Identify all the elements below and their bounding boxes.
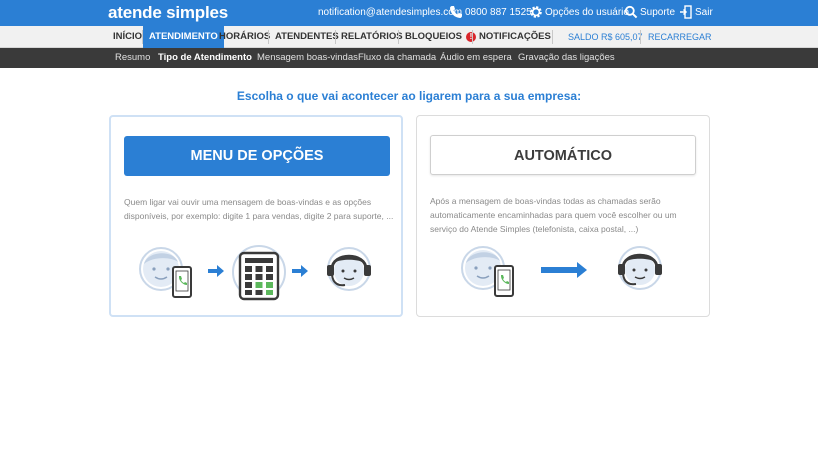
option-card-menu[interactable]: MENU DE OPÇÕES Quem ligar vai ouvir uma … (109, 115, 403, 317)
nav-divider (552, 30, 553, 44)
search-icon (624, 5, 638, 19)
logout-link[interactable]: Sair (695, 7, 713, 18)
arrow-right-icon (292, 265, 308, 277)
arrow-right-icon (541, 262, 587, 278)
mobile-phone-icon (494, 265, 514, 297)
gear-icon (530, 6, 542, 18)
recharge-link[interactable]: RECARREGAR (648, 26, 712, 48)
menu-options-button[interactable]: MENU DE OPÇÕES (124, 136, 390, 176)
nav-horarios[interactable]: HORÁRIOS (213, 26, 276, 48)
subnav-gravacao-ligacoes[interactable]: Gravação das ligações (518, 48, 615, 68)
card-description: Quem ligar vai ouvir uma mensagem de boa… (124, 197, 394, 221)
nav-divider (640, 30, 641, 44)
user-email: notification@atendesimples.com (318, 7, 463, 18)
nav-atendimento[interactable]: ATENDIMENTO (143, 26, 224, 48)
support-link[interactable]: Suporte (640, 7, 675, 18)
subnav-tipo-atendimento[interactable]: Tipo de Atendimento (158, 48, 252, 68)
nav-bloqueios[interactable]: BLOQUEIOS! (399, 26, 482, 48)
balance-display: SALDO R$ 605,07 (568, 32, 643, 42)
nav-bloqueios-label: BLOQUEIOS (405, 31, 463, 42)
logo[interactable]: atende simples (108, 3, 228, 23)
agent-headset-icon (327, 247, 371, 291)
user-options-link[interactable]: Opções do usuário (545, 7, 629, 18)
automatic-button[interactable]: AUTOMÁTICO (430, 135, 696, 175)
nav-atendentes[interactable]: ATENDENTES (269, 26, 345, 48)
page-headline: Escolha o que vai acontecer ao ligarem p… (236, 89, 582, 103)
sub-nav: Resumo Tipo de Atendimento Mensagem boas… (0, 48, 818, 68)
call-flow-illustration (139, 245, 371, 301)
mobile-phone-icon (172, 266, 192, 298)
subnav-audio-espera[interactable]: Áudio em espera (440, 48, 512, 68)
card-description: Após a mensagem de boas-vindas todas as … (430, 196, 677, 234)
call-flow-illustration (461, 246, 662, 297)
logout-icon (680, 5, 692, 19)
nav-notificacoes[interactable]: NOTIFICAÇÕES (473, 26, 557, 48)
agent-headset-icon (618, 246, 662, 290)
option-card-automatic[interactable]: AUTOMÁTICO Após a mensagem de boas-vinda… (416, 115, 710, 317)
support-phone: 0800 887 1525 (465, 7, 532, 18)
main-nav: INÍCIO ATENDIMENTO HORÁRIOS ATENDENTES R… (0, 26, 818, 48)
subnav-fluxo-chamada[interactable]: Fluxo da chamada (358, 48, 436, 68)
arrow-right-icon (208, 265, 224, 277)
keypad-phone-icon (232, 245, 286, 301)
top-bar: atende simples notification@atendesimple… (0, 0, 818, 26)
subnav-mensagem-boas-vindas[interactable]: Mensagem boas-vindas (257, 48, 358, 68)
phone-icon (450, 6, 462, 18)
subnav-resumo[interactable]: Resumo (115, 48, 150, 68)
